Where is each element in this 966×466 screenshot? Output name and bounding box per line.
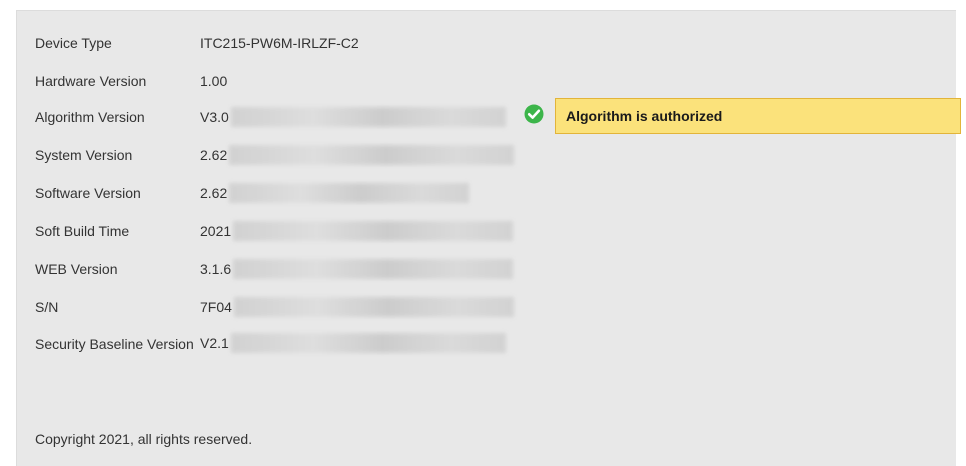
check-circle-icon: [524, 104, 544, 124]
device-type-label: Device Type: [35, 35, 112, 51]
redacted-value: [229, 145, 515, 165]
serial-number-label: S/N: [35, 299, 59, 315]
hardware-version-value: 1.00: [200, 73, 228, 89]
redacted-value: [233, 297, 514, 317]
authorization-status-box: Algorithm is authorized: [555, 98, 961, 134]
redacted-value: [233, 221, 514, 241]
software-version-label: Software Version: [35, 185, 141, 201]
hardware-version-label: Hardware Version: [35, 73, 147, 89]
system-version-label: System Version: [35, 147, 133, 163]
device-info-panel: Device Type ITC215-PW6M-IRLZF-C2 Hardwar…: [16, 10, 961, 466]
security-baseline-value: V2.1: [200, 333, 506, 353]
serial-number-value: 7F04: [200, 297, 514, 317]
software-version-value: 2.62: [200, 183, 470, 203]
redacted-value: [233, 259, 514, 279]
software-version-text: 2.62: [200, 185, 228, 201]
authorization-status-text: Algorithm is authorized: [566, 108, 723, 124]
soft-build-time-label: Soft Build Time: [35, 223, 130, 239]
redacted-value: [230, 333, 506, 353]
serial-number-text: 7F04: [200, 299, 232, 315]
web-version-value: 3.1.6: [200, 259, 514, 279]
copyright-text: Copyright 2021, all rights reserved.: [35, 431, 253, 447]
system-version-text: 2.62: [200, 147, 228, 163]
redacted-value: [229, 183, 470, 203]
algorithm-version-text: V3.0: [200, 109, 229, 125]
system-version-value: 2.62: [200, 145, 515, 165]
security-baseline-label: Security Baseline Version: [35, 336, 194, 352]
algorithm-version-value: V3.0: [200, 107, 506, 127]
redacted-value: [230, 107, 506, 127]
algorithm-version-label: Algorithm Version: [35, 109, 145, 125]
device-type-value: ITC215-PW6M-IRLZF-C2: [200, 35, 359, 51]
soft-build-time-text: 2021: [200, 223, 232, 239]
web-version-label: WEB Version: [35, 261, 118, 277]
security-baseline-text: V2.1: [200, 335, 229, 351]
soft-build-time-value: 2021: [200, 221, 514, 241]
web-version-text: 3.1.6: [200, 261, 232, 277]
